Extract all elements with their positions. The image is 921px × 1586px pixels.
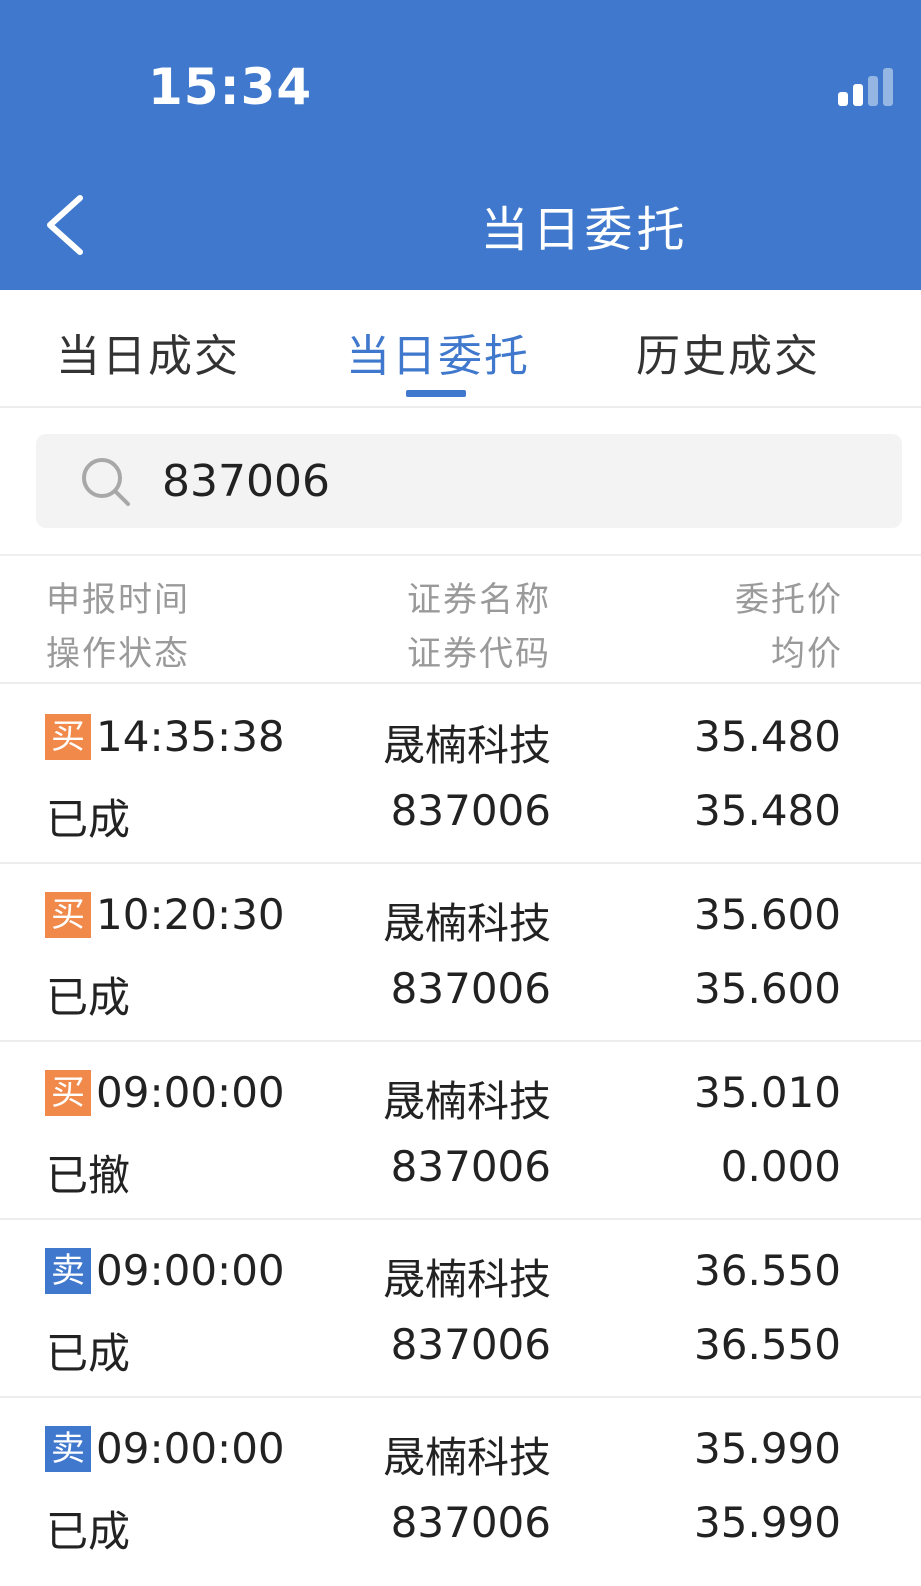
- order-price: 35.990: [694, 1424, 841, 1473]
- order-price: 35.480: [694, 712, 841, 761]
- header-status: 操作状态: [46, 634, 190, 674]
- avg-price: 35.480: [694, 786, 841, 835]
- app-header: 15:34 当日委托: [0, 0, 921, 290]
- security-name: 晟楠科技: [382, 899, 551, 948]
- status-time: 15:34: [148, 58, 313, 116]
- side-badge: 卖: [45, 1426, 91, 1472]
- header-price: 委托价: [735, 580, 843, 620]
- security-code: 837006: [390, 1142, 551, 1191]
- side-badge: 买: [45, 714, 91, 760]
- tab-today-orders[interactable]: 当日委托: [346, 320, 530, 384]
- order-status: 已成: [46, 973, 131, 1022]
- header-time: 申报时间: [46, 580, 190, 620]
- order-row[interactable]: 买 14:35:38 已成 晟楠科技 837006 35.480 35.480: [0, 684, 921, 864]
- side-badge: 买: [45, 1070, 91, 1116]
- order-row[interactable]: 卖 09:00:00 已成 晟楠科技 837006 35.990 35.990: [0, 1396, 921, 1574]
- order-status: 已撤: [46, 1151, 131, 1200]
- side-badge: 卖: [45, 1248, 91, 1294]
- security-name: 晟楠科技: [382, 721, 551, 770]
- divider: [0, 554, 921, 556]
- tab-bar: 当日成交 当日委托 历史成交: [0, 290, 921, 408]
- tab-history-deals[interactable]: 历史成交: [636, 320, 820, 384]
- page-title: 当日委托: [480, 202, 689, 258]
- order-row[interactable]: 买 09:00:00 已撤 晟楠科技 837006 35.010 0.000: [0, 1040, 921, 1220]
- tab-today-deals[interactable]: 当日成交: [56, 320, 240, 384]
- security-code: 837006: [390, 1498, 551, 1547]
- order-status: 已成: [46, 1329, 131, 1378]
- order-time: 14:35:38: [96, 712, 285, 761]
- side-badge: 买: [45, 892, 91, 938]
- security-code: 837006: [390, 786, 551, 835]
- avg-price: 35.600: [694, 964, 841, 1013]
- header-name: 证券名称: [407, 580, 551, 620]
- avg-price: 35.990: [694, 1498, 841, 1547]
- order-price: 35.600: [694, 890, 841, 939]
- security-name: 晟楠科技: [382, 1255, 551, 1304]
- order-time: 09:00:00: [96, 1424, 285, 1473]
- security-code: 837006: [390, 964, 551, 1013]
- active-tab-indicator: [406, 390, 466, 397]
- signal-bars-icon: [838, 68, 898, 106]
- security-name: 晟楠科技: [382, 1433, 551, 1482]
- avg-price: 36.550: [694, 1320, 841, 1369]
- security-name: 晟楠科技: [382, 1077, 551, 1126]
- order-price: 36.550: [694, 1246, 841, 1295]
- header-code: 证券代码: [407, 634, 551, 674]
- search-icon: [82, 458, 130, 506]
- order-price: 35.010: [694, 1068, 841, 1117]
- search-box[interactable]: [36, 434, 902, 528]
- header-avg: 均价: [771, 634, 843, 674]
- order-time: 10:20:30: [96, 890, 285, 939]
- search-input[interactable]: [162, 448, 762, 514]
- order-row[interactable]: 卖 09:00:00 已成 晟楠科技 837006 36.550 36.550: [0, 1218, 921, 1398]
- order-row[interactable]: 买 10:20:30 已成 晟楠科技 837006 35.600 35.600: [0, 862, 921, 1042]
- order-time: 09:00:00: [96, 1068, 285, 1117]
- avg-price: 0.000: [720, 1142, 841, 1191]
- order-status: 已成: [46, 795, 131, 844]
- security-code: 837006: [390, 1320, 551, 1369]
- order-status: 已成: [46, 1507, 131, 1556]
- order-time: 09:00:00: [96, 1246, 285, 1295]
